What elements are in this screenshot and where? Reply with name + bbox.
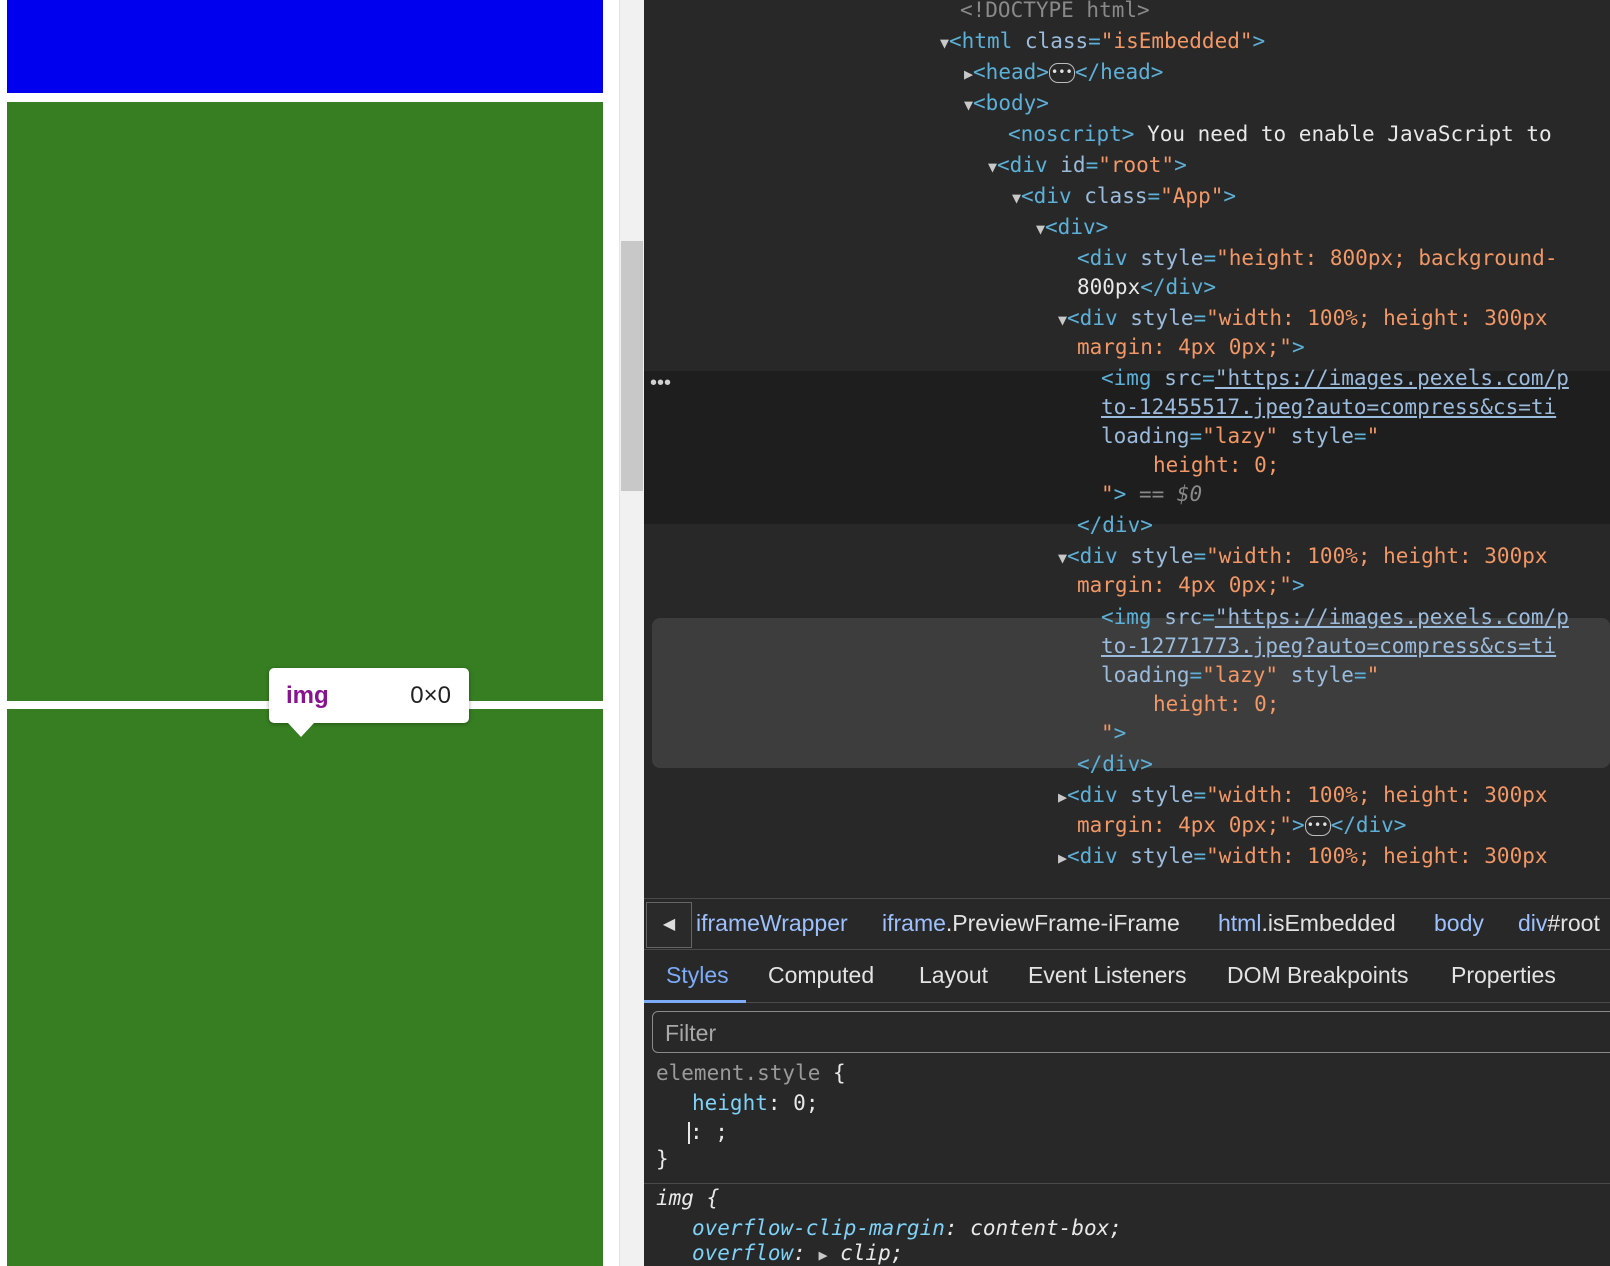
dom-line-img-1[interactable]: <img src="https://images.pexels.com/p — [1101, 364, 1569, 392]
tab-styles[interactable]: Styles — [666, 962, 729, 989]
dom-line-img-1-height[interactable]: height: 0; — [1153, 451, 1279, 479]
devtools-panel: ••• <!DOCTYPE html> ▼<html class="isEmbe… — [644, 0, 1610, 1266]
breadcrumb-item-div-root[interactable]: div#root — [1518, 910, 1600, 937]
dom-line-div[interactable]: ▼<div> — [1036, 213, 1108, 243]
dom-line-html[interactable]: ▼<html class="isEmbedded"> — [940, 27, 1265, 57]
sidebar-tabs: Styles Computed Layout Event Listeners D… — [644, 950, 1610, 1003]
dom-line-app[interactable]: ▼<div class="App"> — [1012, 182, 1236, 212]
dom-line-div-300-d[interactable]: ▶<div style="width: 100%; height: 300px — [1058, 842, 1548, 872]
dom-line-div-close-a[interactable]: </div> — [1077, 511, 1153, 539]
dom-line-margin-c[interactable]: margin: 4px 0px;"> ••• </div> — [1077, 811, 1406, 839]
tab-dom-breakpoints[interactable]: DOM Breakpoints — [1227, 962, 1409, 989]
breadcrumb: ◀ iframeWrapper iframe.PreviewFrame-iFra… — [644, 898, 1610, 950]
dom-line-root[interactable]: ▼<div id="root"> — [988, 151, 1187, 181]
style-rule-divider — [644, 1183, 1610, 1184]
breadcrumb-scroll-left-button[interactable]: ◀ — [646, 902, 692, 948]
dom-line-doctype[interactable]: <!DOCTYPE html> — [960, 0, 1150, 24]
scrollbar-thumb[interactable] — [621, 241, 643, 491]
dom-line-noscript[interactable]: <noscript> You need to enable JavaScript… — [1008, 120, 1552, 148]
dom-line-div-300-b[interactable]: ▼<div style="width: 100%; height: 300px — [1058, 542, 1548, 572]
dom-line-img-2-loading[interactable]: loading="lazy" style=" — [1101, 661, 1379, 689]
tab-event-listeners[interactable]: Event Listeners — [1028, 962, 1187, 989]
style-rule-img-selector[interactable]: img { — [656, 1184, 719, 1212]
page-preview: img 0×0 — [0, 0, 604, 1266]
tooltip-dimensions: 0×0 — [410, 682, 451, 709]
dom-line-margin-a[interactable]: margin: 4px 0px;"> — [1077, 333, 1305, 361]
expand-triangle-icon[interactable]: ▼ — [988, 158, 997, 176]
elements-dom-tree[interactable]: ••• <!DOCTYPE html> ▼<html class="isEmbe… — [644, 0, 1610, 898]
expand-triangle-icon[interactable]: ▼ — [964, 96, 973, 114]
ellipsis-icon[interactable]: ••• — [1048, 63, 1075, 83]
ellipsis-icon[interactable]: ••• — [1304, 816, 1331, 836]
element-inspect-tooltip: img 0×0 — [269, 668, 469, 723]
dom-line-margin-b[interactable]: margin: 4px 0px;"> — [1077, 571, 1305, 599]
dom-line-img-2-close[interactable]: "> — [1101, 719, 1126, 747]
dom-line-img-2-height[interactable]: height: 0; — [1153, 690, 1279, 718]
style-rule-element-selector[interactable]: element.style { — [656, 1059, 846, 1087]
expand-triangle-icon[interactable]: ▼ — [1036, 220, 1045, 238]
green-block — [7, 709, 603, 1266]
breadcrumb-item-iframewrapper[interactable]: iframeWrapper — [696, 910, 848, 937]
tooltip-arrow — [288, 723, 314, 737]
dom-line-img-2[interactable]: <img src="https://images.pexels.com/p — [1101, 603, 1569, 631]
dom-line-img-2-src[interactable]: to-12771773.jpeg?auto=compress&cs=ti — [1101, 632, 1556, 660]
breadcrumb-item-body[interactable]: body — [1434, 910, 1484, 937]
text-caret — [688, 1122, 690, 1144]
dom-line-head[interactable]: ▶<head> ••• </head> — [964, 58, 1163, 88]
active-tab-indicator — [644, 1000, 746, 1003]
tab-computed[interactable]: Computed — [768, 962, 874, 989]
chevron-left-icon: ◀ — [662, 916, 676, 933]
dom-line-div-close-b[interactable]: </div> — [1077, 750, 1153, 778]
dom-line-div-800[interactable]: <div style="height: 800px; background- — [1077, 244, 1557, 272]
preview-scrollbar[interactable] — [619, 0, 644, 1266]
style-declaration-overflow-clip-margin[interactable]: overflow-clip-margin: content-box; — [692, 1214, 1122, 1242]
tab-properties[interactable]: Properties — [1451, 962, 1556, 989]
filter-input[interactable] — [663, 1018, 1567, 1048]
green-block — [7, 102, 603, 701]
dom-line-img-1-src[interactable]: to-12455517.jpeg?auto=compress&cs=ti — [1101, 393, 1556, 421]
dom-line-img-1-close[interactable]: "> == $0 — [1101, 480, 1202, 508]
style-declaration-height[interactable]: height: 0; — [692, 1089, 818, 1117]
collapse-triangle-icon[interactable]: ▶ — [1058, 849, 1067, 867]
dom-line-body[interactable]: ▼<body> — [964, 89, 1049, 119]
style-declaration-new[interactable]: : ; — [688, 1118, 728, 1146]
expand-triangle-icon[interactable]: ▼ — [940, 34, 949, 52]
filter-field — [652, 1011, 1610, 1053]
expand-triangle-icon[interactable]: ▼ — [1058, 549, 1067, 567]
expand-triangle-icon[interactable]: ▶ — [818, 1246, 827, 1264]
collapse-triangle-icon[interactable]: ▶ — [964, 65, 973, 83]
collapse-triangle-icon[interactable]: ▶ — [1058, 788, 1067, 806]
expand-triangle-icon[interactable]: ▼ — [1058, 311, 1067, 329]
tab-layout[interactable]: Layout — [919, 962, 988, 989]
tooltip-tag-name: img — [286, 682, 329, 709]
dom-line-div-300-c[interactable]: ▶<div style="width: 100%; height: 300px — [1058, 781, 1548, 811]
style-rule-close: } — [656, 1147, 669, 1171]
dom-line-div-300-a[interactable]: ▼<div style="width: 100%; height: 300px — [1058, 304, 1548, 334]
styles-pane: element.style { height: 0; : ; } img { o… — [644, 1058, 1610, 1266]
style-declaration-overflow[interactable]: overflow: ▶ clip; — [692, 1239, 903, 1266]
more-actions-icon[interactable]: ••• — [650, 372, 671, 395]
dom-line-div-800-cont[interactable]: 800px</div> — [1077, 273, 1216, 301]
expand-triangle-icon[interactable]: ▼ — [1012, 189, 1021, 207]
breadcrumb-item-iframe[interactable]: iframe.PreviewFrame-iFrame — [882, 910, 1180, 937]
breadcrumb-item-html[interactable]: html.isEmbedded — [1218, 910, 1396, 937]
blue-block — [7, 0, 603, 93]
dom-line-img-1-loading[interactable]: loading="lazy" style=" — [1101, 422, 1379, 450]
